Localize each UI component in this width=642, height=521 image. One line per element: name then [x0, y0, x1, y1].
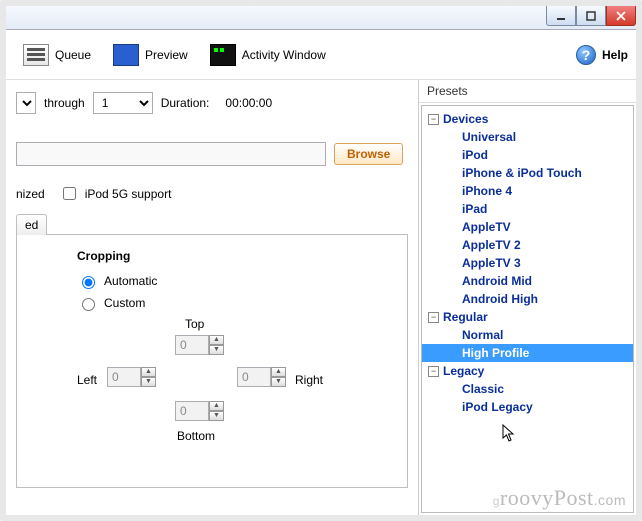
help-icon: ? [576, 45, 596, 65]
preset-item[interactable]: Universal [422, 128, 633, 146]
crop-top-input[interactable] [175, 335, 209, 355]
crop-left-label: Left [77, 373, 97, 387]
maximize-button[interactable] [576, 6, 606, 26]
expander-icon[interactable]: − [428, 114, 439, 125]
preset-group-label: Regular [443, 310, 488, 324]
crop-auto-radio[interactable] [82, 276, 95, 289]
crop-bottom-label: Bottom [177, 429, 215, 443]
spin-down-icon[interactable]: ▼ [141, 377, 156, 387]
spin-up-icon[interactable]: ▲ [209, 335, 224, 345]
cropping-title: Cropping [77, 249, 387, 263]
preview-button[interactable]: Preview [104, 39, 197, 71]
preset-item[interactable]: iPod Legacy [422, 398, 633, 416]
expander-icon[interactable]: − [428, 366, 439, 377]
preset-item[interactable]: iPod [422, 146, 633, 164]
spin-down-icon[interactable]: ▼ [209, 411, 224, 421]
tab-strip: ed [16, 213, 408, 235]
duration-value: 00:00:00 [225, 96, 272, 110]
preset-group-regular[interactable]: −Regular [422, 308, 633, 326]
spin-up-icon[interactable]: ▲ [271, 367, 286, 377]
picture-settings-panel: Cropping Automatic Custom Top ▲▼ Left ▲▼ [16, 235, 408, 488]
browse-button[interactable]: Browse [334, 143, 403, 165]
crop-right-label: Right [295, 373, 323, 387]
crop-top-spinner[interactable]: ▲▼ [175, 335, 224, 355]
preset-item[interactable]: Android High [422, 290, 633, 308]
preview-label: Preview [145, 48, 188, 62]
crop-right-spinner[interactable]: ▲▼ [237, 367, 286, 387]
presets-header: Presets [419, 80, 636, 103]
presets-panel: Presets −DevicesUniversaliPodiPhone & iP… [418, 80, 636, 515]
preset-item[interactable]: AppleTV 2 [422, 236, 633, 254]
preset-group-label: Devices [443, 112, 488, 126]
crop-right-input[interactable] [237, 367, 271, 387]
preset-item[interactable]: iPad [422, 200, 633, 218]
ipod-5g-checkbox[interactable]: iPod 5G support [59, 184, 172, 203]
help-label: Help [602, 48, 628, 62]
spin-up-icon[interactable]: ▲ [141, 367, 156, 377]
tab-active-fragment[interactable]: ed [16, 214, 47, 235]
crop-custom-radio[interactable] [82, 298, 95, 311]
preset-item[interactable]: AppleTV [422, 218, 633, 236]
preset-item[interactable]: High Profile [422, 344, 633, 362]
crop-auto-label: Automatic [104, 274, 157, 288]
spin-down-icon[interactable]: ▼ [209, 345, 224, 355]
preset-group-devices[interactable]: −Devices [422, 110, 633, 128]
preset-group-legacy[interactable]: −Legacy [422, 362, 633, 380]
minimize-button[interactable] [546, 6, 576, 26]
preset-item[interactable]: iPhone 4 [422, 182, 633, 200]
crop-left-spinner[interactable]: ▲▼ [107, 367, 156, 387]
preset-item[interactable]: Classic [422, 380, 633, 398]
preset-group-label: Legacy [443, 364, 484, 378]
crop-bottom-input[interactable] [175, 401, 209, 421]
preset-item[interactable]: AppleTV 3 [422, 254, 633, 272]
close-button[interactable] [606, 6, 636, 26]
ipod-5g-checkbox-input[interactable] [63, 187, 76, 200]
preset-item[interactable]: Normal [422, 326, 633, 344]
queue-button[interactable]: Queue [14, 39, 100, 71]
ipod-5g-label: iPod 5G support [85, 187, 172, 201]
preset-item[interactable]: iPhone & iPod Touch [422, 164, 633, 182]
chapter-end-select[interactable]: 1 [93, 92, 153, 114]
destination-path-input[interactable] [16, 142, 326, 166]
help-button[interactable]: ? Help [576, 45, 628, 65]
presets-tree[interactable]: −DevicesUniversaliPodiPhone & iPod Touch… [421, 105, 634, 513]
spin-down-icon[interactable]: ▼ [271, 377, 286, 387]
chapter-start-select[interactable] [16, 92, 36, 114]
preview-icon [113, 44, 139, 66]
terminal-icon [210, 44, 236, 66]
web-optimized-label-fragment: nized [16, 187, 45, 201]
expander-icon[interactable]: − [428, 312, 439, 323]
through-label: through [44, 96, 85, 110]
activity-window-button[interactable]: Activity Window [201, 39, 335, 71]
crop-bottom-spinner[interactable]: ▲▼ [175, 401, 224, 421]
crop-custom-label: Custom [104, 296, 145, 310]
duration-label: Duration: [161, 96, 210, 110]
spin-up-icon[interactable]: ▲ [209, 401, 224, 411]
crop-left-input[interactable] [107, 367, 141, 387]
activity-label: Activity Window [242, 48, 326, 62]
queue-label: Queue [55, 48, 91, 62]
window-titlebar [6, 6, 636, 30]
preset-item[interactable]: Android Mid [422, 272, 633, 290]
toolbar: Queue Preview Activity Window ? Help [6, 30, 636, 80]
crop-top-label: Top [185, 317, 204, 331]
queue-icon [23, 44, 49, 66]
